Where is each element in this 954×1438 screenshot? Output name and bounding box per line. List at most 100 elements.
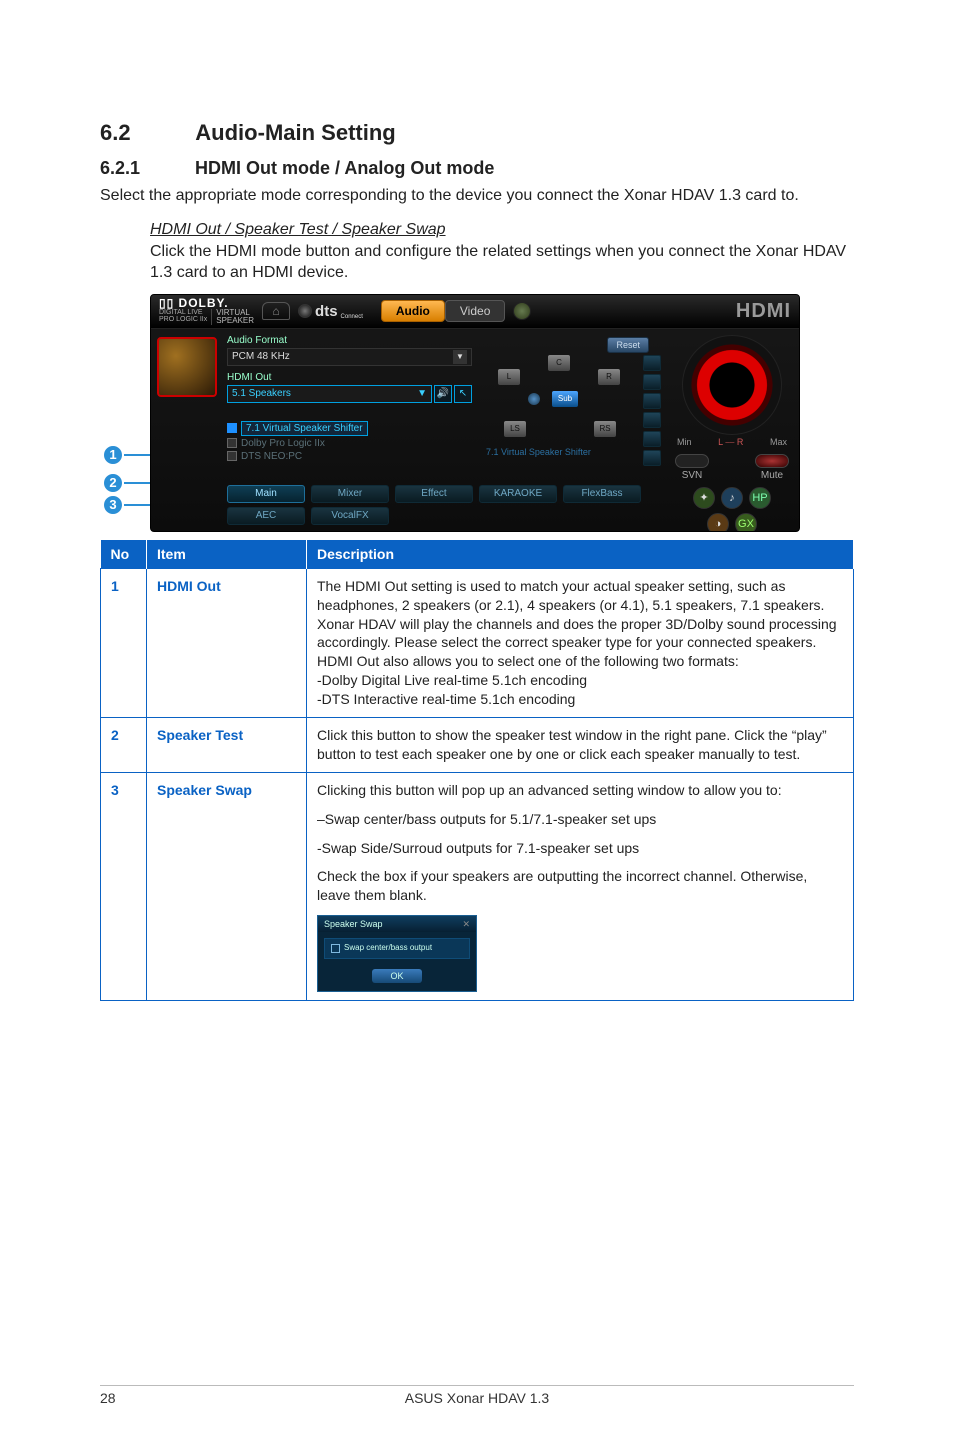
gx-mode-icon[interactable]: GX bbox=[735, 513, 757, 532]
tab-aec[interactable]: AEC bbox=[227, 507, 305, 525]
mute-toggle[interactable] bbox=[755, 454, 789, 468]
tab-mixer[interactable]: Mixer bbox=[311, 485, 389, 503]
chevron-down-icon: ▼ bbox=[453, 350, 467, 364]
speaker-layout: L C R Sub LS RS bbox=[486, 341, 646, 441]
speaker-knob[interactable] bbox=[528, 393, 540, 405]
min-label: Min bbox=[677, 437, 692, 448]
callout-line bbox=[124, 504, 150, 506]
callout-line bbox=[124, 454, 150, 456]
block-title: HDMI Out / Speaker Test / Speaker Swap bbox=[150, 221, 854, 239]
cell-item: Speaker Swap bbox=[147, 772, 307, 1001]
gear-icon[interactable] bbox=[513, 302, 531, 320]
dialog-body: Swap center/bass output bbox=[324, 938, 470, 959]
dolby-sub2: PRO LOGIC IIx bbox=[159, 316, 207, 323]
checkbox-icon[interactable] bbox=[331, 944, 340, 953]
side-icon[interactable] bbox=[643, 450, 661, 466]
side-icon[interactable] bbox=[643, 431, 661, 447]
hdmi-out-dropdown[interactable]: 5.1 Speakers ▼ bbox=[227, 385, 432, 403]
cell-no: 3 bbox=[101, 772, 147, 1001]
table-row: 2 Speaker Test Click this button to show… bbox=[101, 718, 854, 773]
desc-p: -Swap Side/Surroud outputs for 7.1-speak… bbox=[317, 839, 843, 858]
dts-neo-row: DTS NEO:PC bbox=[227, 451, 472, 462]
close-icon[interactable]: ✕ bbox=[462, 918, 470, 930]
section-title-text: Audio-Main Setting bbox=[195, 120, 395, 145]
speaker-LS[interactable]: LS bbox=[504, 421, 526, 437]
hp-mode-icon[interactable]: HP bbox=[749, 487, 771, 509]
dialog-footer: OK bbox=[318, 965, 476, 991]
speaker-R[interactable]: R bbox=[598, 369, 620, 385]
svn-mute-row: SVN Mute bbox=[671, 454, 793, 481]
hdmi-out-value: 5.1 Speakers bbox=[232, 388, 291, 399]
tab-karaoke[interactable]: KARAOKE bbox=[479, 485, 557, 503]
side-icon[interactable] bbox=[643, 355, 661, 371]
tab-video[interactable]: Video bbox=[445, 300, 505, 322]
xonar-audio-center-panel: ▯▯ DOLBY. DIGITAL LIVE PRO LOGIC IIx VIR… bbox=[150, 294, 800, 532]
dsp-row: ◑ GX bbox=[671, 513, 793, 532]
checkbox-icon[interactable] bbox=[227, 438, 237, 448]
tab-audio[interactable]: Audio bbox=[381, 300, 445, 322]
dialog-title: Speaker Swap bbox=[324, 918, 383, 930]
mode-icon[interactable]: ♪ bbox=[721, 487, 743, 509]
th-desc: Description bbox=[307, 540, 854, 569]
ui-screenshot: 1 2 3 ▯▯ DOLBY. DIGITAL LIVE PRO LOGIC I… bbox=[150, 294, 800, 532]
desc-p: Clicking this button will pop up an adva… bbox=[317, 781, 843, 800]
subsection-heading: 6.2.1 HDMI Out mode / Analog Out mode bbox=[100, 158, 854, 179]
dialog-titlebar: Speaker Swap ✕ bbox=[318, 916, 476, 932]
cell-no: 2 bbox=[101, 718, 147, 773]
side-icon[interactable] bbox=[643, 374, 661, 390]
dolby-logo: ▯▯ DOLBY. DIGITAL LIVE PRO LOGIC IIx VIR… bbox=[159, 297, 254, 325]
dolby-pl-label: Dolby Pro Logic IIx bbox=[241, 438, 325, 449]
side-icon[interactable] bbox=[643, 393, 661, 409]
ok-button[interactable]: OK bbox=[372, 969, 421, 983]
speaker-C[interactable]: C bbox=[548, 355, 570, 371]
dialog-checkbox-label: Swap center/bass output bbox=[344, 943, 432, 954]
callout-badge: 2 bbox=[102, 472, 124, 494]
hdmi-out-row: 5.1 Speakers ▼ 🔊 ↖ bbox=[227, 385, 472, 403]
audio-format-dropdown[interactable]: PCM 48 KHz ▼ bbox=[227, 348, 472, 366]
callout-1: 1 bbox=[102, 444, 150, 466]
bottom-tabs: Main Mixer Effect KARAOKE FlexBass AEC V… bbox=[227, 485, 641, 525]
callout-2: 2 bbox=[102, 472, 150, 494]
footer-title: ASUS Xonar HDAV 1.3 bbox=[100, 1390, 854, 1406]
desc-text: The HDMI Out setting is used to match yo… bbox=[317, 578, 837, 707]
speaker-sub[interactable]: Sub bbox=[552, 391, 578, 407]
tab-effect[interactable]: Effect bbox=[395, 485, 473, 503]
left-controls: Audio Format PCM 48 KHz ▼ HDMI Out 5.1 S… bbox=[227, 335, 472, 464]
audio-format-value: PCM 48 KHz bbox=[232, 351, 290, 362]
subsection-number: 6.2.1 bbox=[100, 158, 190, 179]
vss-row: 7.1 Virtual Speaker Shifter bbox=[227, 421, 472, 436]
speaker-test-button[interactable]: 🔊 bbox=[434, 385, 452, 403]
desc-text: Click this button to show the speaker te… bbox=[317, 727, 827, 762]
max-label: Max bbox=[770, 437, 787, 448]
checkbox-icon[interactable] bbox=[227, 423, 237, 433]
section-number: 6.2 bbox=[100, 120, 190, 146]
svn-toggle[interactable] bbox=[675, 454, 709, 468]
volume-dial[interactable] bbox=[682, 335, 782, 435]
tab-main[interactable]: Main bbox=[227, 485, 305, 503]
speaker-swap-button[interactable]: ↖ bbox=[454, 385, 472, 403]
checkbox-icon[interactable] bbox=[227, 451, 237, 461]
cell-item: HDMI Out bbox=[147, 568, 307, 717]
mute-label: Mute bbox=[761, 470, 783, 481]
device-thumbnail[interactable] bbox=[157, 337, 217, 397]
dolby-pl-row: Dolby Pro Logic IIx bbox=[227, 438, 472, 449]
callout-line bbox=[124, 482, 150, 484]
side-icon[interactable] bbox=[643, 412, 661, 428]
volume-range-labels: Min L ⎯⎯ R Max bbox=[671, 437, 793, 448]
cell-desc: The HDMI Out setting is used to match yo… bbox=[307, 568, 854, 717]
tab-flexbass[interactable]: FlexBass bbox=[563, 485, 641, 503]
disc-icon bbox=[298, 304, 312, 318]
mode-icon[interactable]: ◑ bbox=[707, 513, 729, 532]
chevron-down-icon: ▼ bbox=[417, 388, 427, 399]
audio-format-label: Audio Format bbox=[227, 335, 472, 346]
volume-pane: Min L ⎯⎯ R Max SVN Mute ✦ ♪ bbox=[671, 333, 793, 532]
speaker-RS[interactable]: RS bbox=[594, 421, 616, 437]
hdmi-out-label: HDMI Out bbox=[227, 372, 472, 383]
speaker-L[interactable]: L bbox=[498, 369, 520, 385]
tab-vocalfx[interactable]: VocalFX bbox=[311, 507, 389, 525]
mode-icons-row: ✦ ♪ HP bbox=[671, 487, 793, 509]
vss-button[interactable]: 7.1 Virtual Speaker Shifter bbox=[241, 421, 368, 436]
hdmi-logo: HDMI bbox=[736, 300, 791, 323]
hdmi-mode-icon[interactable]: ⌂ bbox=[262, 302, 290, 320]
mode-icon[interactable]: ✦ bbox=[693, 487, 715, 509]
